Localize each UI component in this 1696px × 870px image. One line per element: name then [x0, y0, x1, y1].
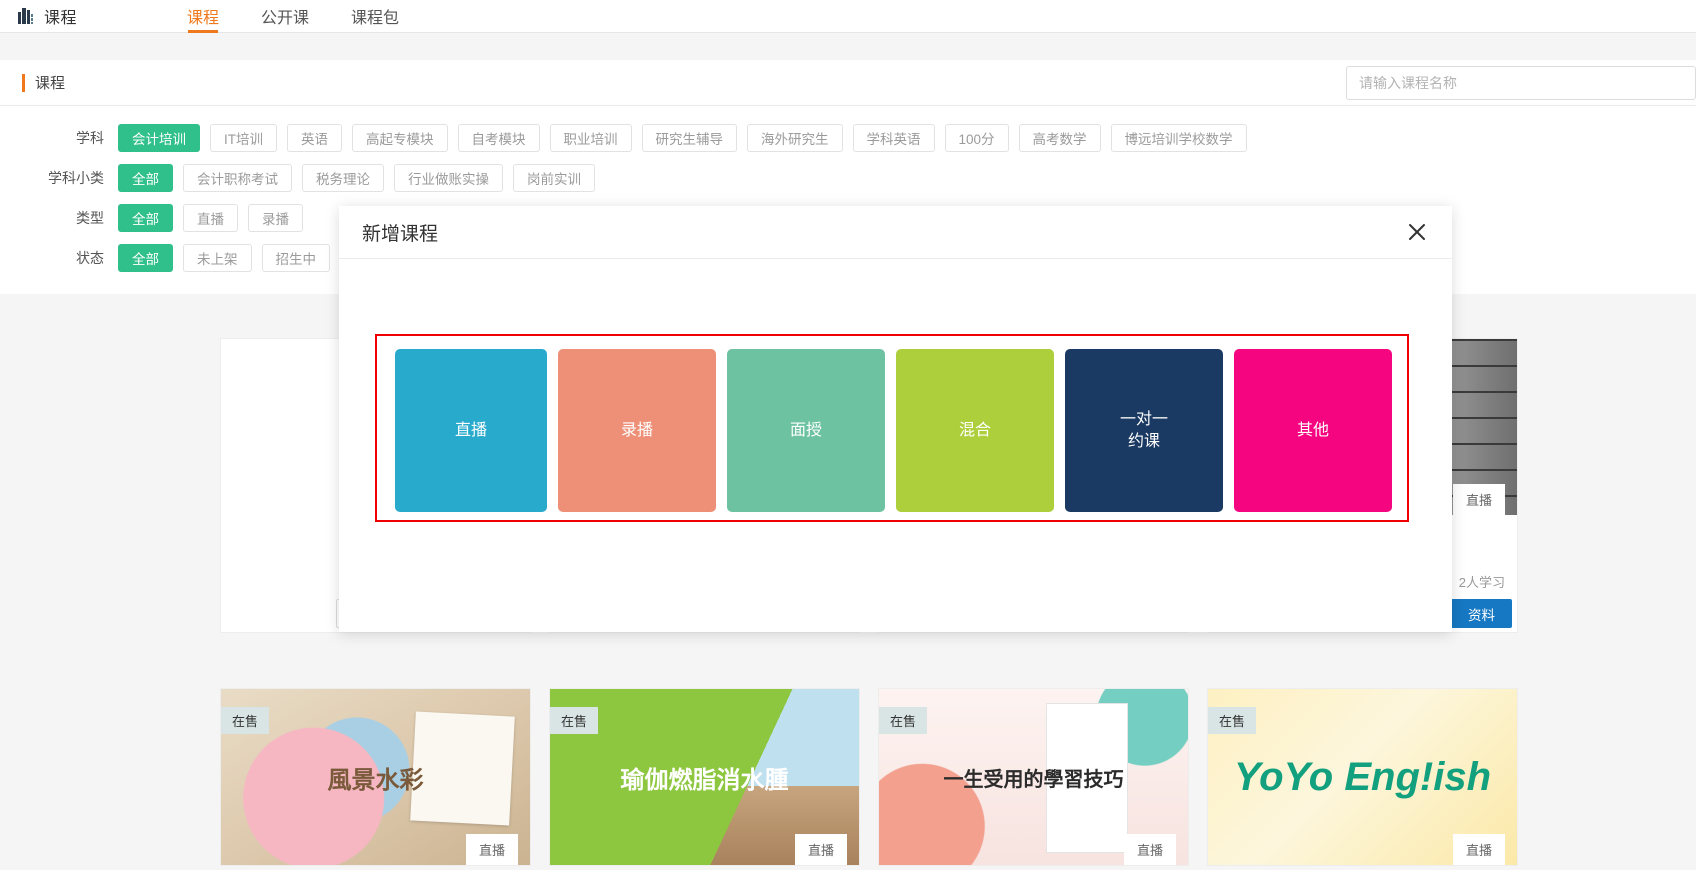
course-card[interactable]: 瑜伽燃脂消水腫 在售 直播 — [549, 688, 860, 866]
chip-subcategory-3[interactable]: 行业做账实操 — [394, 164, 503, 192]
modal-header: 新增课程 — [339, 206, 1452, 259]
chip-subject-4[interactable]: 自考模块 — [457, 124, 540, 152]
search-input[interactable] — [1346, 66, 1696, 100]
chip-subcategory-0[interactable]: 全部 — [118, 164, 173, 192]
chip-subject-6[interactable]: 研究生辅导 — [641, 124, 737, 152]
brand-label: 课程 — [44, 10, 78, 27]
chip-subcategory-1[interactable]: 会计职称考试 — [183, 164, 292, 192]
status-badge: 在售 — [221, 707, 270, 734]
chip-subject-11[interactable]: 博远培训学校数学 — [1110, 124, 1247, 152]
tile-other[interactable]: 其他 — [1234, 349, 1392, 512]
chip-subject-7[interactable]: 海外研究生 — [747, 124, 843, 152]
tile-in-person[interactable]: 面授 — [727, 349, 885, 512]
page-title-label: 课程 — [35, 75, 66, 92]
top-navigation-bar: 课程 课程 公开课 课程包 — [0, 0, 1696, 33]
course-type-badge: 直播 — [465, 834, 518, 865]
chip-subject-1[interactable]: IT培训 — [210, 124, 277, 152]
course-thumbnail: 風景水彩 在售 直播 — [221, 689, 530, 865]
course-card-row-2: 風景水彩 在售 直播 瑜伽燃脂消水腫 在售 直播 一生受用的學習技巧 在售 直播… — [220, 688, 1518, 866]
filter-label-subject: 学科 — [76, 130, 104, 146]
filter-label-type: 类型 — [76, 210, 104, 226]
chip-status-0[interactable]: 全部 — [118, 244, 173, 272]
chip-type-1[interactable]: 直播 — [183, 204, 238, 232]
chip-subject-8[interactable]: 学科英语 — [852, 124, 935, 152]
tile-live[interactable]: 直播 — [395, 349, 547, 512]
close-icon[interactable] — [1404, 219, 1430, 245]
chip-status-2[interactable]: 招生中 — [261, 244, 330, 272]
filter-label-subcategory: 学科小类 — [48, 170, 104, 186]
title-accent-bar — [22, 73, 25, 92]
bar-chart-icon — [18, 8, 33, 24]
course-type-badge: 直播 — [1452, 484, 1505, 515]
materials-button[interactable]: 资料 — [1451, 599, 1512, 628]
tab-courses[interactable]: 课程 — [187, 0, 219, 33]
course-card[interactable]: YoYo Eng!ish 在售 直播 — [1207, 688, 1518, 866]
modal-title: 新增课程 — [362, 223, 439, 245]
chip-subcategory-4[interactable]: 岗前实训 — [513, 164, 595, 192]
page-title: 课程 — [22, 72, 65, 93]
page-root: 课程 课程 公开课 课程包 课程 学科 会计培训 IT培训 英语 高起专模块 — [0, 0, 1696, 870]
brand: 课程 — [18, 4, 77, 28]
learner-count: 2人学习 — [1458, 575, 1505, 590]
chip-subject-5[interactable]: 职业培训 — [549, 124, 632, 152]
tab-bar: 课程 公开课 课程包 — [187, 0, 441, 33]
chip-subcategory-2[interactable]: 税务理论 — [302, 164, 384, 192]
course-thumbnail: 一生受用的學習技巧 在售 直播 — [879, 689, 1188, 865]
chip-type-0[interactable]: 全部 — [118, 204, 173, 232]
status-badge: 在售 — [1208, 707, 1257, 734]
chip-subject-10[interactable]: 高考数学 — [1018, 124, 1101, 152]
course-type-tiles: 直播 录播 面授 混合 一对一 约课 其他 — [395, 349, 1392, 512]
chip-subject-0[interactable]: 会计培训 — [118, 124, 200, 152]
course-type-badge: 直播 — [1452, 834, 1505, 865]
chip-status-1[interactable]: 未上架 — [183, 244, 252, 272]
course-thumbnail: YoYo Eng!ish 在售 直播 — [1208, 689, 1517, 865]
filter-row-subject: 学科 会计培训 IT培训 英语 高起专模块 自考模块 职业培训 研究生辅导 海外… — [0, 118, 1696, 158]
tab-public-courses[interactable]: 公开课 — [261, 0, 309, 33]
tile-recorded[interactable]: 录播 — [558, 349, 716, 512]
status-badge: 在售 — [550, 707, 599, 734]
tile-one-on-one[interactable]: 一对一 约课 — [1065, 349, 1223, 512]
search-box — [1346, 66, 1696, 100]
filter-label-status: 状态 — [76, 250, 104, 266]
course-type-highlight-box: 直播 录播 面授 混合 一对一 约课 其他 — [375, 334, 1409, 522]
course-type-badge: 直播 — [1123, 834, 1176, 865]
course-type-badge: 直播 — [794, 834, 847, 865]
chip-subject-9[interactable]: 100分 — [944, 124, 1009, 152]
tile-blended[interactable]: 混合 — [896, 349, 1054, 512]
chip-type-2[interactable]: 录播 — [248, 204, 303, 232]
panel-header: 课程 — [0, 60, 1696, 106]
course-card[interactable]: 風景水彩 在售 直播 — [220, 688, 531, 866]
status-badge: 在售 — [879, 707, 928, 734]
course-card[interactable]: 一生受用的學習技巧 在售 直播 — [878, 688, 1189, 866]
filter-row-subcategory: 学科小类 全部 会计职称考试 税务理论 行业做账实操 岗前实训 — [0, 158, 1696, 198]
chip-subject-3[interactable]: 高起专模块 — [352, 124, 448, 152]
chip-subject-2[interactable]: 英语 — [287, 124, 342, 152]
tab-course-packages[interactable]: 课程包 — [351, 0, 399, 33]
add-course-modal: 新增课程 直播 录播 面授 混合 一对一 约课 其他 — [339, 206, 1452, 632]
course-thumbnail: 瑜伽燃脂消水腫 在售 直播 — [550, 689, 859, 865]
